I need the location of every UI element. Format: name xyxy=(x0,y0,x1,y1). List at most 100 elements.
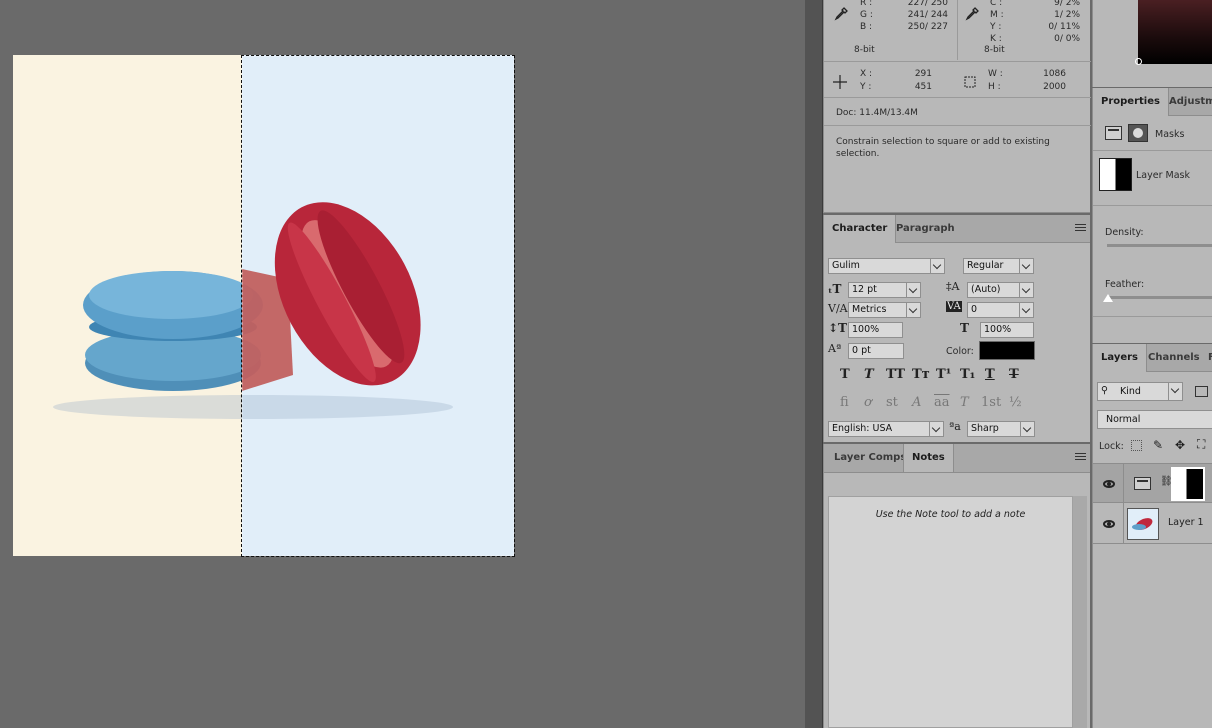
feather-label: Feather: xyxy=(1105,279,1145,290)
properties-tabbar: Properties Adjustme xyxy=(1093,88,1212,116)
discretionary-ligatures-button[interactable]: ơ xyxy=(864,395,872,410)
layer-row[interactable]: ⛓ xyxy=(1093,463,1212,504)
layer-name[interactable]: Layer 1 xyxy=(1168,517,1204,528)
vector-mask-icon[interactable] xyxy=(1128,124,1148,142)
feather-slider[interactable] xyxy=(1107,296,1212,299)
tab-layers[interactable]: Layers xyxy=(1093,344,1147,372)
lock-label: Lock: xyxy=(1099,441,1124,452)
panel-menu-icon[interactable] xyxy=(1075,224,1086,233)
panel-menu-icon[interactable] xyxy=(1075,453,1086,462)
strikethrough-button[interactable]: T xyxy=(1009,367,1019,382)
eyedropper-icon[interactable] xyxy=(833,6,849,22)
faux-italic-button[interactable]: T xyxy=(864,367,874,382)
fractions-button[interactable]: ½ xyxy=(1009,395,1022,410)
tab-channels[interactable]: Channels xyxy=(1140,344,1208,372)
pixel-mask-icon[interactable] xyxy=(1105,126,1122,140)
density-slider[interactable] xyxy=(1107,244,1212,247)
document-image[interactable] xyxy=(13,55,514,556)
leading-value: (Auto) xyxy=(971,284,1001,295)
tab-paragraph[interactable]: Paragraph xyxy=(888,215,963,243)
info-c-value: 9/ 2% xyxy=(1054,0,1080,8)
feather-slider-handle[interactable] xyxy=(1103,294,1113,302)
font-style-select[interactable]: Regular xyxy=(963,258,1034,274)
lock-image-icon[interactable]: ✎ xyxy=(1153,438,1163,452)
layers-panel: Layers Channels F ⚲ Kind Normal Lock: ✎ … xyxy=(1092,344,1212,728)
lock-position-icon[interactable]: ✥ xyxy=(1175,438,1185,452)
language-select[interactable]: English: USA xyxy=(828,421,944,437)
all-caps-button[interactable]: TT xyxy=(886,367,905,382)
layer-mask-thumbnail[interactable] xyxy=(1099,158,1132,191)
text-color-swatch[interactable] xyxy=(979,341,1035,360)
info-x-label: X : xyxy=(860,69,873,79)
kerning-field[interactable]: Metrics xyxy=(848,302,921,318)
color-picker-handle[interactable] xyxy=(1135,58,1142,65)
kerning-icon: V/A xyxy=(828,302,848,315)
small-caps-button[interactable]: Tт xyxy=(912,367,930,382)
chevron-down-icon xyxy=(906,283,920,297)
tab-paths[interactable]: F xyxy=(1200,344,1212,372)
color-label: Color: xyxy=(946,346,974,357)
tab-adjustments[interactable]: Adjustme xyxy=(1161,88,1212,116)
ligatures-button[interactable]: ﬁ xyxy=(840,395,849,410)
chevron-down-icon xyxy=(929,422,943,436)
vertical-scale-icon: ↕T xyxy=(828,321,847,335)
superscript-button[interactable]: T¹ xyxy=(936,367,951,382)
info-y-value: 451 xyxy=(914,82,932,92)
document-canvas[interactable] xyxy=(0,0,805,728)
antialias-select[interactable]: Sharp xyxy=(967,421,1035,437)
horizontal-scale-field[interactable]: 100% xyxy=(980,322,1034,338)
layer-mask-thumbnail[interactable] xyxy=(1171,467,1205,501)
blend-mode-select[interactable]: Normal xyxy=(1097,410,1212,429)
layer-filter-select[interactable]: ⚲ Kind xyxy=(1097,382,1183,401)
visibility-eye-icon[interactable] xyxy=(1103,480,1115,488)
subscript-button[interactable]: T₁ xyxy=(960,367,975,382)
color-field[interactable] xyxy=(1138,0,1212,64)
info-r-label: R : xyxy=(860,0,873,8)
adjustment-layer-icon xyxy=(1134,477,1151,490)
info-left-depth: 8-bit xyxy=(854,45,875,55)
kerning-value: Metrics xyxy=(852,304,887,315)
info-divider xyxy=(957,0,958,60)
eyedropper-icon[interactable] xyxy=(964,6,980,22)
vertical-scale-field[interactable]: 100% xyxy=(848,322,903,338)
font-style-value: Regular xyxy=(967,260,1004,271)
tab-character[interactable]: Character xyxy=(824,215,897,243)
swash-button[interactable]: A xyxy=(912,395,921,410)
ordinals-button[interactable]: 1st xyxy=(981,395,1001,410)
notes-placeholder: Use the Note tool to add a note xyxy=(875,509,1026,520)
leading-icon: ‡A xyxy=(946,280,960,293)
color-panel xyxy=(1092,0,1212,87)
info-b-label: B : xyxy=(860,22,873,32)
lock-transparent-icon[interactable] xyxy=(1131,440,1142,451)
font-family-select[interactable]: Gulim xyxy=(828,258,945,274)
info-g-label: G : xyxy=(860,10,873,20)
ornaments-button[interactable]: T xyxy=(960,395,969,410)
info-k-value: 0/ 0% xyxy=(1054,34,1080,44)
faux-bold-button[interactable]: T xyxy=(840,367,850,382)
antialias-value: Sharp xyxy=(971,423,999,434)
visibility-eye-icon[interactable] xyxy=(1103,520,1115,528)
panel-gutter xyxy=(805,0,823,728)
notes-tabbar: Layer Comps Notes xyxy=(824,444,1090,473)
layer-thumbnail xyxy=(1127,508,1159,540)
image-filter-icon[interactable] xyxy=(1195,386,1208,397)
notes-scrollbar[interactable] xyxy=(1073,496,1087,728)
font-size-field[interactable]: 12 pt xyxy=(848,282,921,298)
titling-alternates-button[interactable]: aa xyxy=(934,395,950,410)
props-divider xyxy=(1093,205,1212,206)
tracking-field[interactable]: 0 xyxy=(967,302,1034,318)
tab-layer-comps[interactable]: Layer Comps xyxy=(826,444,914,472)
info-divider xyxy=(824,61,1091,62)
layer-row[interactable]: Layer 1 xyxy=(1093,504,1212,544)
tracking-icon: VA xyxy=(946,301,962,312)
tab-properties[interactable]: Properties xyxy=(1093,88,1169,116)
tab-notes[interactable]: Notes xyxy=(903,444,954,472)
leading-field[interactable]: (Auto) xyxy=(967,282,1034,298)
underline-button[interactable]: T xyxy=(985,367,995,382)
baseline-shift-field[interactable]: 0 pt xyxy=(848,343,904,359)
stylistic-alternates-button[interactable]: st xyxy=(886,395,898,410)
selection-size-icon xyxy=(964,76,976,88)
notes-text-area[interactable]: Use the Note tool to add a note xyxy=(828,496,1073,728)
lock-artboard-icon[interactable]: ⛶ xyxy=(1197,437,1205,452)
info-h-value: 2000 xyxy=(1043,82,1066,92)
